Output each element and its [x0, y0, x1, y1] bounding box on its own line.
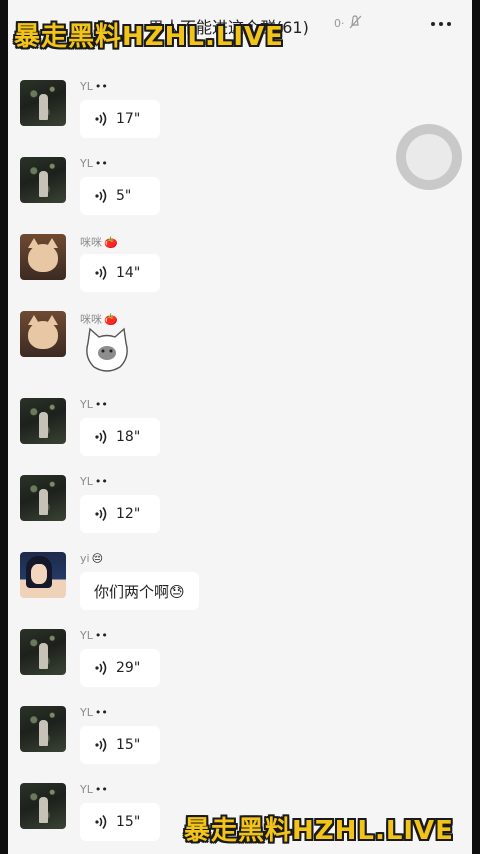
avatar-yl[interactable]: [20, 783, 66, 829]
sender-emoji: ••: [94, 398, 108, 411]
avatar-yl[interactable]: [20, 629, 66, 675]
avatar-cat[interactable]: [20, 311, 66, 357]
sender-name: YL ••: [80, 80, 108, 93]
sender-name: yi 😔: [80, 552, 104, 565]
ellipsis-dot: [447, 22, 451, 26]
voice-message-bubble[interactable]: 15": [80, 726, 160, 764]
chat-message: YL •• 29": [8, 629, 472, 699]
sender-emoji: 🍅: [104, 236, 118, 249]
avatar-yl[interactable]: [20, 157, 66, 203]
sender-name: 咪咪 🍅: [80, 236, 118, 249]
chat-message: YL •• 12": [8, 475, 472, 545]
sender-name: YL ••: [80, 629, 108, 642]
voice-message-bubble[interactable]: 12": [80, 495, 160, 533]
text-message-bubble[interactable]: 你们两个啊😓: [80, 572, 199, 610]
voice-duration: 14": [116, 265, 141, 281]
assistive-touch-icon: [406, 134, 452, 180]
chat-screen: 男人不能进这个群(61) 0· YL•• 17" YL•• 5" 咪咪�: [8, 0, 472, 854]
sender-emoji: 😔: [91, 552, 104, 565]
avatar-yl[interactable]: [20, 706, 66, 752]
avatar-figure: [39, 94, 48, 120]
voice-duration: 5": [116, 188, 132, 204]
sender-name: YL ••: [80, 475, 108, 488]
chat-message: 咪咪 🍅 14": [8, 234, 472, 304]
chat-message: yi 😔 你们两个啊😓: [8, 552, 472, 622]
sender-emoji: ••: [94, 706, 108, 719]
avatar-figure: [39, 489, 48, 515]
sender-emoji: ••: [94, 157, 108, 170]
assistive-touch-button[interactable]: [396, 124, 462, 190]
voice-duration: 15": [116, 737, 141, 753]
voice-wave-icon: [95, 507, 107, 521]
voice-duration: 12": [116, 506, 141, 522]
sender-emoji: ••: [94, 629, 108, 642]
avatar-face: [31, 564, 47, 584]
cat-face: [28, 244, 58, 272]
voice-message-bubble[interactable]: 5": [80, 177, 160, 215]
avatar-yi[interactable]: [20, 552, 66, 598]
avatar-cat[interactable]: [20, 234, 66, 280]
mute-bell-icon: 0·: [334, 15, 362, 30]
chat-message: YL •• 18": [8, 398, 472, 468]
chat-message: 咪咪 🍅: [8, 311, 472, 381]
avatar-figure: [39, 171, 48, 197]
sender-name: YL ••: [80, 783, 108, 796]
more-options-button[interactable]: [426, 14, 456, 34]
avatar-yl[interactable]: [20, 475, 66, 521]
avatar-figure: [39, 643, 48, 669]
watermark-bottom: 暴走黑料HZHL.LIVE: [184, 816, 454, 846]
voice-message-bubble[interactable]: 29": [80, 649, 160, 687]
voice-message-bubble[interactable]: 17": [80, 100, 160, 138]
avatar-figure: [39, 412, 48, 438]
voice-wave-icon: [95, 815, 107, 829]
voice-wave-icon: [95, 266, 107, 280]
sender-name: YL ••: [80, 706, 108, 719]
watermark-top: 暴走黑料HZHL.LIVE: [14, 22, 284, 52]
avatar-yl[interactable]: [20, 398, 66, 444]
voice-message-bubble[interactable]: 14": [80, 254, 160, 292]
voice-wave-icon: [95, 112, 107, 126]
sender-name: YL ••: [80, 398, 108, 411]
sender-emoji: ••: [94, 783, 108, 796]
voice-duration: 17": [116, 111, 141, 127]
sender-emoji: ••: [94, 475, 108, 488]
sender-emoji: ••: [94, 80, 108, 93]
cat-face: [28, 321, 58, 349]
voice-wave-icon: [95, 738, 107, 752]
svg-text:0·: 0·: [334, 17, 345, 30]
voice-message-bubble[interactable]: 18": [80, 418, 160, 456]
voice-duration: 15": [116, 814, 141, 830]
ellipsis-icon: [431, 22, 435, 26]
voice-message-bubble[interactable]: 15": [80, 803, 160, 841]
voice-wave-icon: [95, 661, 107, 675]
avatar-figure: [39, 797, 48, 823]
voice-wave-icon: [95, 430, 107, 444]
ellipsis-dot: [439, 22, 443, 26]
chat-message: YL •• 15": [8, 706, 472, 776]
sender-name: YL ••: [80, 157, 108, 170]
cat-sticker-icon[interactable]: [80, 323, 134, 377]
avatar-yl[interactable]: [20, 80, 66, 126]
voice-duration: 29": [116, 660, 141, 676]
voice-duration: 18": [116, 429, 141, 445]
voice-wave-icon: [95, 189, 107, 203]
avatar-figure: [39, 720, 48, 746]
